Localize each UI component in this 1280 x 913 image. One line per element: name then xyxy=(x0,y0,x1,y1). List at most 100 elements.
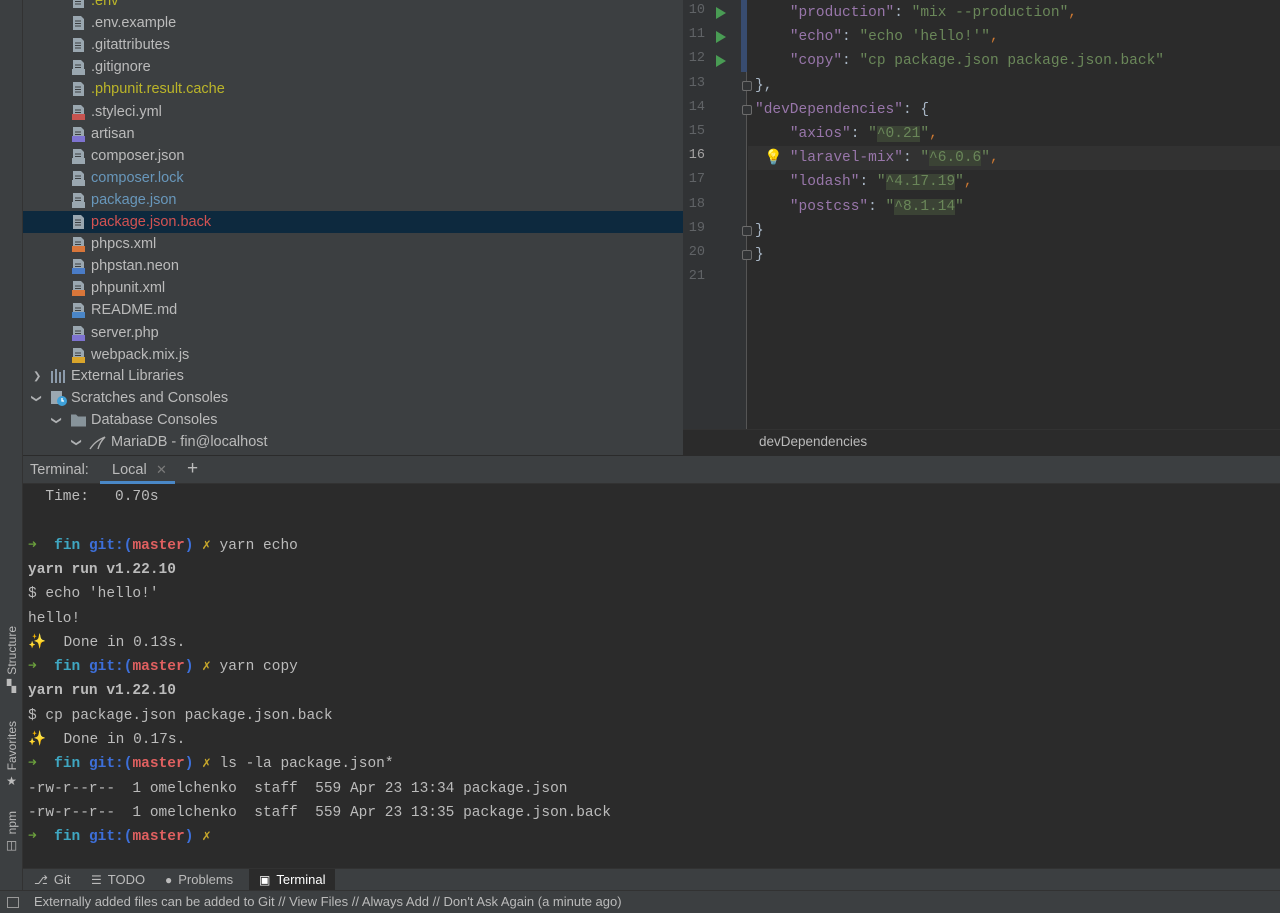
file-name-label: phpunit.xml xyxy=(91,280,166,297)
tree-node-file[interactable]: webpack.mix.js xyxy=(23,344,683,366)
scratches-icon xyxy=(51,391,67,406)
json-version: ^6.0.6 xyxy=(929,150,982,167)
line-number: 10 xyxy=(688,3,705,18)
file-icon xyxy=(73,38,84,53)
xml-file-icon xyxy=(72,237,85,253)
structure-tool-tab[interactable]: Structure ▚ xyxy=(0,626,23,692)
md-file-icon xyxy=(72,303,85,319)
tree-node-external-libraries[interactable]: ❯ External Libraries xyxy=(23,365,683,387)
prompt-dir: fin xyxy=(54,659,81,676)
tree-node-file[interactable]: package.json xyxy=(23,189,683,211)
file-icon xyxy=(73,215,84,229)
terminal-tool-button[interactable]: ▣ Terminal xyxy=(249,869,336,890)
command-text: yarn echo xyxy=(219,537,298,554)
chevron-down-icon[interactable]: ❯ xyxy=(71,438,82,446)
gitignore-file-icon xyxy=(72,60,85,76)
output-text: $ echo 'hello!' xyxy=(28,586,159,603)
prompt-branch: master xyxy=(132,756,185,773)
prompt-arrow-icon: ➜ xyxy=(28,756,37,773)
prompt-dir: fin xyxy=(54,756,81,773)
tree-node-database-consoles[interactable]: ❯ Database Consoles xyxy=(23,409,683,431)
tab-local-label: Local xyxy=(112,462,147,478)
json-key: "production" xyxy=(789,5,895,21)
json-brace: { xyxy=(920,101,930,118)
code-line: } xyxy=(755,243,764,267)
line-number: 11 xyxy=(688,27,705,43)
structure-icon: ▚ xyxy=(6,678,17,693)
terminal-line: ✨ Done in 0.13s. xyxy=(28,631,185,655)
xml-file-icon xyxy=(72,281,85,297)
toggle-tool-windows-icon[interactable] xyxy=(7,897,19,908)
file-name-label: README.md xyxy=(91,302,178,319)
prompt-git: git:( xyxy=(88,659,133,676)
run-script-icon[interactable] xyxy=(716,7,726,19)
code-line: "axios": "^0.21", xyxy=(755,122,938,146)
fold-marker-icon[interactable] xyxy=(742,105,752,116)
json-file-icon xyxy=(72,192,85,208)
prompt-git-close: ) xyxy=(184,537,194,554)
tree-node-scratches[interactable]: ❯ Scratches and Consoles xyxy=(23,387,683,409)
close-icon[interactable]: ✕ xyxy=(156,462,167,478)
tree-node-file[interactable]: package.json.back xyxy=(23,211,683,233)
chevron-down-icon[interactable]: ❯ xyxy=(51,416,62,424)
terminal-line: ➜ fin git:(master) ✗ xyxy=(28,825,220,849)
problems-tool-button[interactable]: ● Problems xyxy=(155,869,243,890)
json-punct: } xyxy=(755,247,764,263)
chevron-right-icon[interactable]: ❯ xyxy=(33,371,41,382)
tree-node-file[interactable]: README.md xyxy=(23,299,683,321)
tree-node-file[interactable]: phpstan.neon xyxy=(23,255,683,277)
terminal-tool-label: Terminal xyxy=(276,872,326,887)
js-file-icon xyxy=(72,347,85,363)
fold-marker-icon[interactable] xyxy=(742,81,752,91)
tree-node-file[interactable]: .gitattributes xyxy=(23,34,683,56)
json-colon: : xyxy=(850,126,869,142)
tree-node-file[interactable]: phpunit.xml xyxy=(23,277,683,299)
json-key: "axios" xyxy=(789,126,851,142)
tree-node-file[interactable]: phpcs.xml xyxy=(23,233,683,255)
file-name-label: package.json.back xyxy=(91,214,212,230)
tree-node-file[interactable]: composer.json xyxy=(23,145,683,167)
editor-breadcrumb[interactable]: devDependencies xyxy=(683,429,1280,455)
terminal-icon: ▣ xyxy=(259,873,271,887)
todo-tool-button[interactable]: ☰ TODO xyxy=(81,869,155,890)
run-script-icon[interactable] xyxy=(716,31,726,44)
breadcrumb-devdependencies[interactable]: devDependencies xyxy=(759,434,867,449)
status-message[interactable]: Externally added files can be added to G… xyxy=(34,894,622,909)
file-name-label: .styleci.yml xyxy=(91,103,162,120)
line-number: 12 xyxy=(688,51,705,67)
code-editor[interactable]: 10 11 12 13 14 15 16 17 18 19 20 21 "production": "… xyxy=(683,0,1280,455)
tree-node-file[interactable]: server.php xyxy=(23,322,683,344)
git-branch-icon: ⎇ xyxy=(34,873,48,887)
git-tool-button[interactable]: ⎇ Git xyxy=(24,869,80,890)
npm-tool-tab[interactable]: npm ◫ xyxy=(0,811,23,851)
tree-node-file[interactable]: .phpunit.result.cache xyxy=(23,78,683,100)
neon-file-icon xyxy=(72,259,85,275)
tree-node-file[interactable]: .env xyxy=(23,0,683,12)
tree-node-file[interactable]: .styleci.yml xyxy=(23,101,683,123)
command-text: yarn copy xyxy=(219,659,298,676)
fold-marker-icon[interactable] xyxy=(742,250,752,261)
tree-node-mariadb[interactable]: ❯ MariaDB - fin@localhost xyxy=(23,431,683,453)
terminal-line: yarn run v1.22.10 xyxy=(28,679,176,703)
terminal-output[interactable]: Time: 0.70s ➜ fin git:(master) ✗ yarn ech… xyxy=(23,484,1280,868)
tab-local[interactable]: Local ✕ xyxy=(100,456,175,484)
tree-node-file[interactable]: .env.example xyxy=(23,12,683,34)
fold-marker-icon[interactable] xyxy=(742,226,752,237)
json-punct: } xyxy=(755,222,764,239)
lightbulb-icon[interactable]: 💡 xyxy=(764,148,783,166)
tree-node-file[interactable]: artisan xyxy=(23,123,683,145)
line-number: 17 xyxy=(688,172,705,188)
json-quote: " xyxy=(876,174,886,191)
left-tool-strip: Structure ▚ Favorites ★ npm ◫ xyxy=(0,0,23,890)
run-script-icon[interactable] xyxy=(716,55,726,68)
new-terminal-tab-button[interactable]: + xyxy=(187,458,198,480)
tree-node-file[interactable]: .gitignore xyxy=(23,56,683,78)
file-name-label: composer.json xyxy=(91,147,185,164)
tree-node-file[interactable]: composer.lock xyxy=(23,167,683,189)
favorites-tool-tab[interactable]: Favorites ★ xyxy=(0,721,23,787)
scratches-label: Scratches and Consoles xyxy=(71,390,229,406)
file-name-label: webpack.mix.js xyxy=(91,346,190,363)
file-name-label: .gitignore xyxy=(91,59,151,76)
line-number: 15 xyxy=(688,124,705,139)
chevron-down-icon[interactable]: ❯ xyxy=(31,394,42,402)
